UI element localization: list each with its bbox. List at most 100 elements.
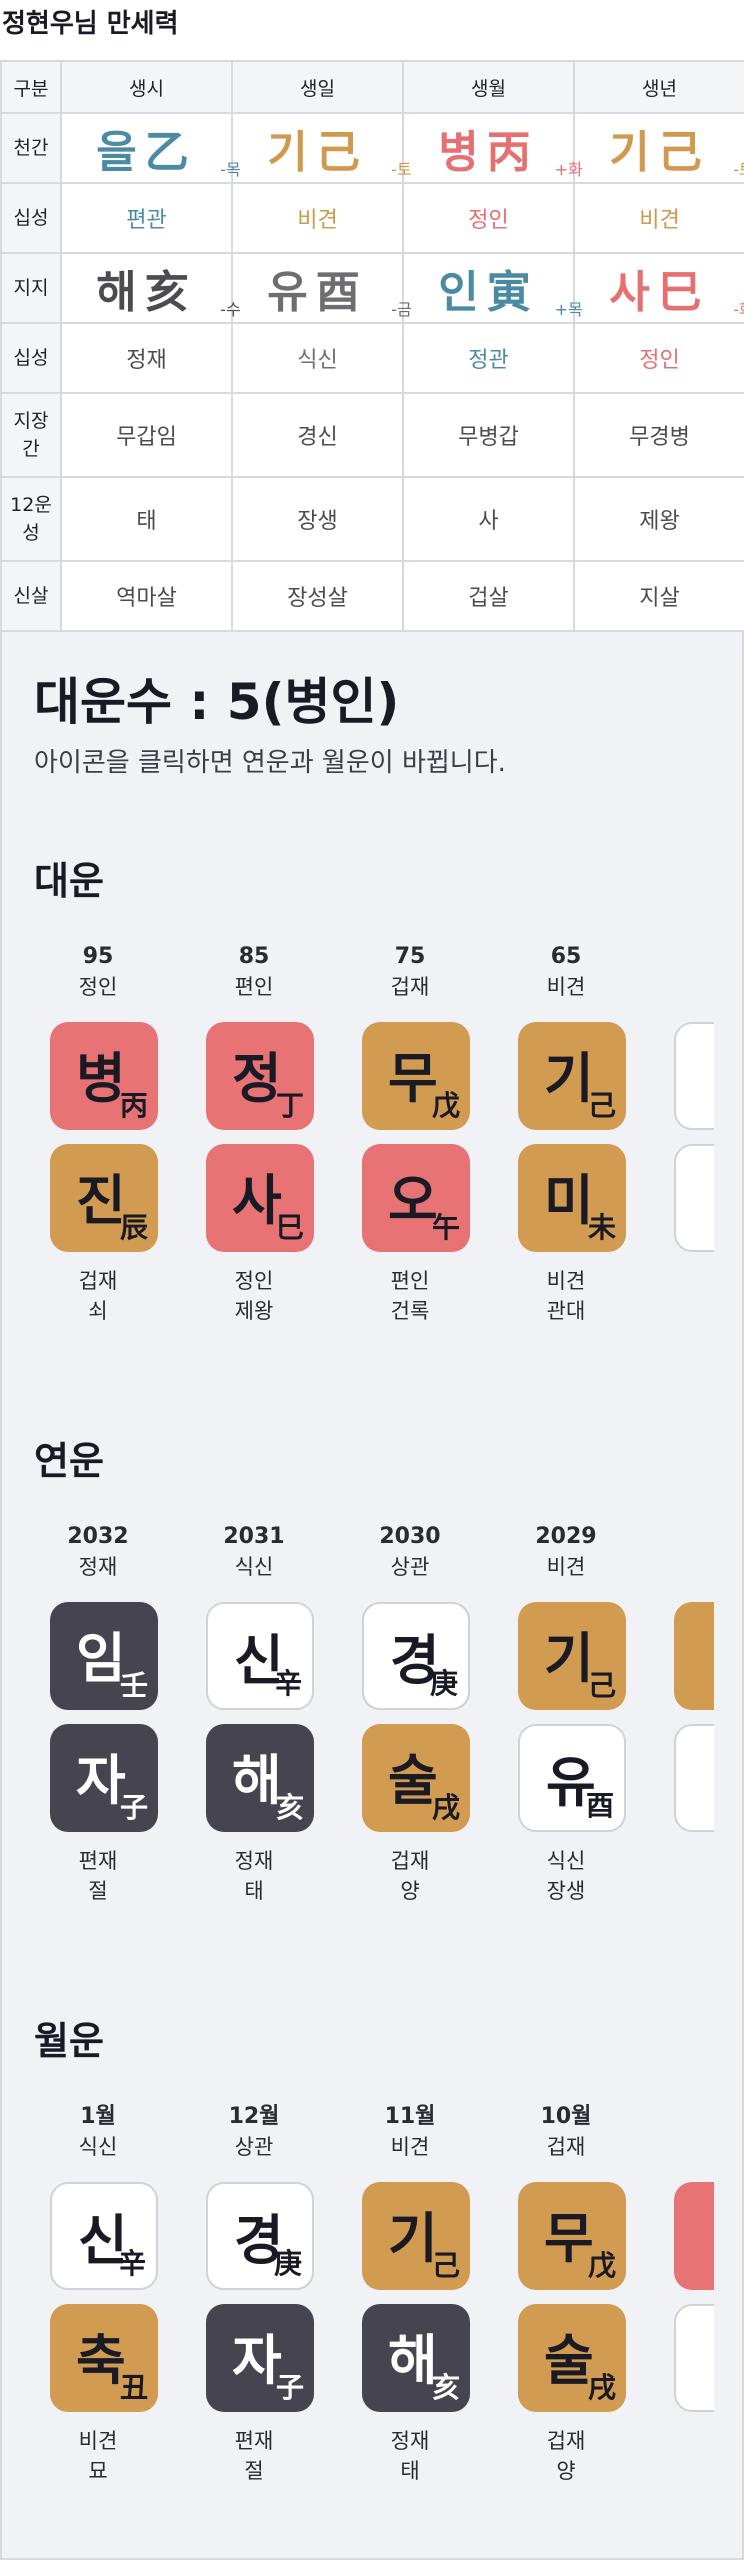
table-header-row: 구분 생시 생일 생월 생년 [0, 60, 744, 114]
jiji-cell: 인寅 +목 [402, 252, 583, 324]
tile-hangul: 정 [232, 1047, 282, 1110]
yeonun-column-label: 2031 [223, 1524, 285, 1549]
header-cell: 생월 [402, 60, 575, 114]
wolun-branch-tile[interactable]: 자子 [206, 2304, 314, 2412]
unseong-cell: 장생 [231, 476, 404, 562]
daeun-branch-tile[interactable] [674, 1144, 714, 1252]
daeun-stem-tile[interactable]: 정丁 [206, 1022, 314, 1130]
yeonun-stem-tile[interactable]: 기己 [518, 1602, 626, 1710]
tile-hanja: 戊 [587, 2249, 616, 2282]
tile-hangul: 무 [544, 2207, 594, 2270]
yeonun-column[interactable] [662, 1522, 714, 1922]
wolun-branch-tile[interactable]: 축丑 [50, 2304, 158, 2412]
yeonun-column[interactable]: 2032 정재 임 壬 자 子 편재 절 [38, 1522, 158, 1922]
daeun-section-title: 대운 [34, 859, 104, 903]
yeonun-stem-tile[interactable] [674, 1602, 714, 1710]
instruction-text: 아이콘을 클릭하면 연운과 월운이 바뀝니다. [34, 748, 506, 778]
daeun-branch-tile[interactable]: 오午 [362, 1144, 470, 1252]
wolun-stem-tile[interactable]: 신辛 [50, 2182, 158, 2290]
yeonun-branch-tile[interactable]: 자子 [50, 1724, 158, 1832]
sipseong-cell: 비견 [231, 182, 404, 254]
cheongan-glyph: 을乙 -목 [96, 127, 241, 179]
yeonun-column-sipseong: 상관 [390, 1555, 430, 1579]
yeonun-column-sipseong: 식신 [234, 1555, 274, 1579]
wolun-column-unseong: 절 [244, 2459, 264, 2483]
row-label: 천간 [0, 112, 62, 184]
sinsal-cell: 지살 [573, 560, 744, 632]
daeun-column-sipseong: 편인 [234, 975, 274, 999]
sinsal-cell: 겁살 [402, 560, 575, 632]
wolun-stem-tile[interactable]: 경庚 [206, 2182, 314, 2290]
tile-hangul: 진 [76, 1169, 126, 1232]
daeun-column-sipseong-bottom: 겁재 [78, 1269, 118, 1293]
sipseong-cell: 정관 [402, 322, 575, 394]
daeun-column-sipseong-bottom: 편인 [390, 1269, 430, 1293]
tile-hangul: 해 [388, 2329, 438, 2392]
yeonun-column-unseong: 절 [88, 1879, 108, 1903]
wolun-stem-tile[interactable]: 기己 [362, 2182, 470, 2290]
yeonun-branch-tile[interactable]: 술戌 [362, 1724, 470, 1832]
wolun-branch-tile[interactable]: 술戌 [518, 2304, 626, 2412]
wolun-column[interactable]: 11월 비견 기 己 해 亥 정재 태 [350, 2102, 470, 2502]
tile-hanja: 未 [587, 1211, 616, 1244]
daeun-branch-tile[interactable]: 미未 [518, 1144, 626, 1252]
row-cheongan: 천간 을乙-목 기己-토 병丙+화 기己-토 [0, 112, 744, 184]
sipseong-cell: 정인 [402, 182, 575, 254]
tile-hanja: 亥 [275, 1791, 304, 1824]
tile-hangul: 기 [544, 1627, 594, 1690]
yeonun-column[interactable]: 2031 식신 신 辛 해 亥 정재 태 [194, 1522, 314, 1922]
tile-hanja: 己 [587, 1089, 616, 1122]
tile-hanja: 丑 [119, 2371, 148, 2404]
wolun-column[interactable]: 12월 상관 경 庚 자 子 편재 절 [194, 2102, 314, 2502]
tile-hanja: 己 [431, 2249, 460, 2282]
wolun-branch-tile[interactable]: 해亥 [362, 2304, 470, 2412]
yeonun-column-label: 2029 [535, 1524, 597, 1549]
daeun-column[interactable]: 65 비견 기 己 미 未 비견 관대 [506, 942, 626, 1342]
daeun-stem-tile[interactable]: 기己 [518, 1022, 626, 1130]
daeun-su-heading: 대운수 : 5(병인) [34, 673, 400, 731]
yeonun-stem-tile[interactable]: 신辛 [206, 1602, 314, 1710]
wolun-column-unseong: 양 [556, 2459, 576, 2483]
wolun-column-label: 12월 [228, 2104, 280, 2129]
daeun-stem-tile[interactable]: 병丙 [50, 1022, 158, 1130]
jiji-glyph: 사巳-화 [609, 267, 744, 319]
tile-hanja: 己 [587, 1669, 616, 1702]
yeonun-column-sipseong-bottom: 정재 [234, 1849, 274, 1873]
daeun-column[interactable]: 95 정인 병 丙 진 辰 겁재 쇠 [38, 942, 158, 1342]
wolun-column-unseong: 태 [400, 2459, 420, 2483]
yeonun-column[interactable]: 2029 비견 기 己 유 酉 식신 장생 [506, 1522, 626, 1922]
daeun-branch-tile[interactable]: 사巳 [206, 1144, 314, 1252]
wolun-column-sipseong: 식신 [78, 2135, 118, 2159]
wolun-column[interactable] [662, 2102, 714, 2502]
yeonun-stem-tile[interactable]: 임壬 [50, 1602, 158, 1710]
wolun-branch-tile[interactable] [674, 2304, 714, 2412]
yeonun-branch-tile[interactable]: 해亥 [206, 1724, 314, 1832]
tile-hangul: 병 [76, 1047, 126, 1110]
daeun-branch-tile[interactable]: 진辰 [50, 1144, 158, 1252]
wolun-column[interactable]: 1월 식신 신 辛 축 丑 비견 묘 [38, 2102, 158, 2502]
row-sipseong-2: 십성 정재 식신 정관 정인 [0, 322, 744, 394]
header-cell: 생시 [60, 60, 233, 114]
daeun-column[interactable]: 75 겁재 무 戊 오 午 편인 건록 [350, 942, 470, 1342]
wolun-column[interactable]: 10월 겁재 무 戊 술 戌 겁재 양 [506, 2102, 626, 2502]
yeonun-branch-tile[interactable] [674, 1724, 714, 1832]
yeonun-branch-tile[interactable]: 유酉 [518, 1724, 626, 1832]
sipseong-cell: 비견 [573, 182, 744, 254]
daeun-column[interactable] [662, 942, 714, 1342]
daeun-stem-tile[interactable]: 무戊 [362, 1022, 470, 1130]
tile-hangul: 자 [232, 2329, 282, 2392]
yeonun-stem-tile[interactable]: 경庚 [362, 1602, 470, 1710]
yeonun-column[interactable]: 2030 상관 경 庚 술 戌 겁재 양 [350, 1522, 470, 1922]
yeonun-column-sipseong-bottom: 식신 [546, 1849, 586, 1873]
daeun-column-sipseong: 겁재 [390, 975, 430, 999]
wolun-column-sipseong: 비견 [390, 2135, 430, 2159]
daeun-column-unseong: 쇠 [88, 1299, 108, 1323]
daeun-stem-tile[interactable] [674, 1022, 714, 1130]
sinsal-cell: 장성살 [231, 560, 404, 632]
cheongan-glyph: 기己-토 [609, 127, 744, 179]
wolun-stem-tile[interactable] [674, 2182, 714, 2290]
daeun-column[interactable]: 85 편인 정 丁 사 巳 정인 제왕 [194, 942, 314, 1342]
wolun-stem-tile[interactable]: 무戊 [518, 2182, 626, 2290]
tile-hanja: 丙 [119, 1089, 148, 1122]
jijanggan-cell: 무병갑 [402, 392, 575, 478]
